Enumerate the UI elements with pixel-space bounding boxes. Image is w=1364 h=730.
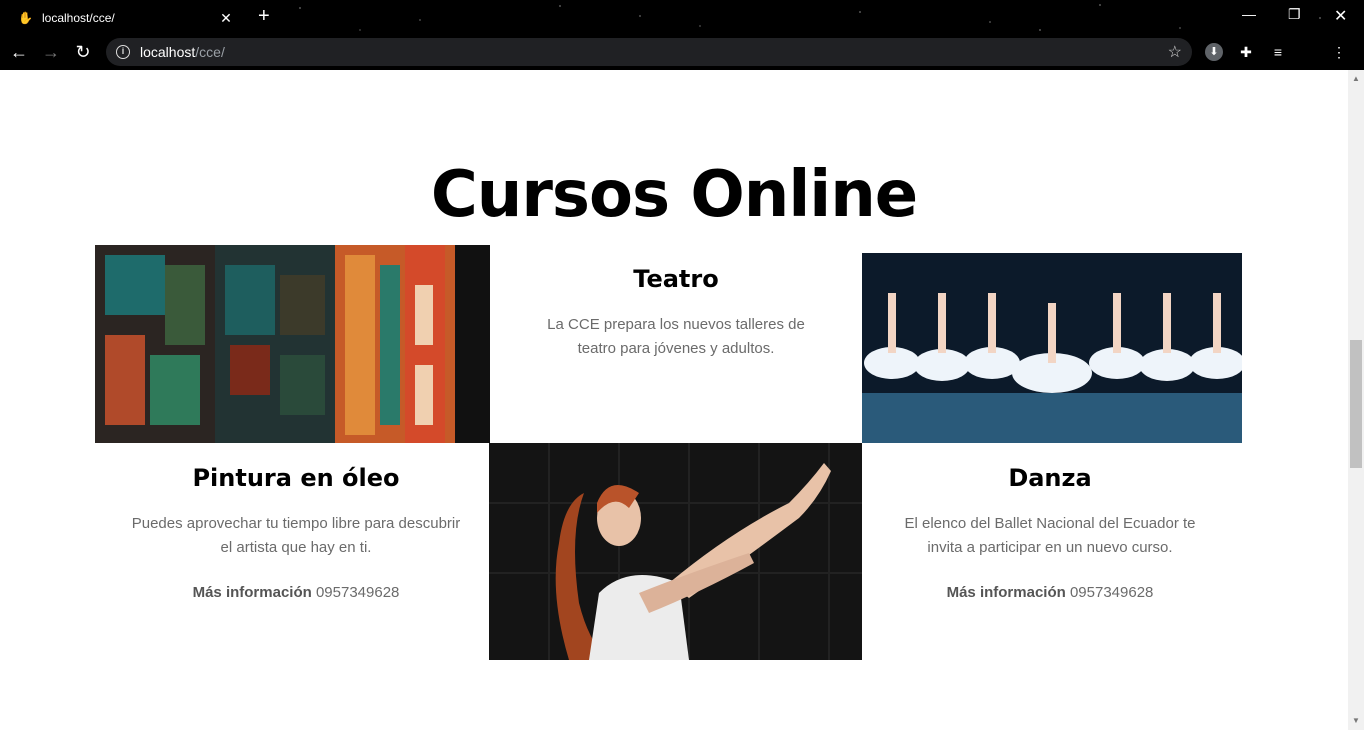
forward-icon[interactable]: → [40,41,62,63]
course-card-pintura: Pintura en óleo Puedes aprovechar tu tie… [95,464,497,601]
ballet-image [862,253,1242,443]
media-queue-icon[interactable]: ≡ [1269,43,1287,61]
address-bar[interactable]: i localhost/cce/ ☆ [106,38,1192,66]
more-info-label: Más información [192,584,312,601]
url-host: localhost [140,44,196,60]
scroll-thumb[interactable] [1350,340,1362,468]
painting-image [95,245,490,443]
bookmark-star-icon[interactable]: ☆ [1168,42,1182,62]
page-content: Cursos Online Teatro La CCE prepara los [0,70,1348,730]
course-contact: Más información 0957349628 [862,584,1238,601]
course-title: Teatro [633,265,719,293]
more-info-label: Más información [946,584,1066,601]
page-scrollbar[interactable]: ▲ ▼ [1348,70,1364,730]
scroll-down-icon[interactable]: ▼ [1352,716,1360,725]
tab-title: localhost/cce/ [42,11,115,25]
section-title: Cursos Online [430,158,918,232]
course-title: Pintura en óleo [192,464,400,492]
download-icon[interactable]: ⬇ [1205,43,1223,61]
close-window-icon[interactable]: ✕ [1334,6,1347,26]
dancer-image [489,443,862,660]
browser-tab[interactable]: ✋ localhost/cce/ ✕ [8,2,244,34]
course-card-teatro: Teatro La CCE prepara los nuevos tallere… [490,265,862,361]
url-path: /cce/ [195,44,225,60]
back-icon[interactable]: ← [8,41,30,63]
site-info-icon[interactable]: i [116,45,130,59]
extensions-icon[interactable]: ✚ [1237,43,1255,61]
course-description: Puedes aprovechar tu tiempo libre para d… [131,515,461,556]
contact-phone: 0957349628 [315,584,400,601]
scroll-up-icon[interactable]: ▲ [1352,74,1360,83]
contact-phone: 0957349628 [1069,584,1154,601]
reload-icon[interactable]: ↻ [72,41,94,63]
course-title: Danza [1008,464,1092,492]
minimize-icon[interactable]: — [1242,6,1256,22]
browser-titlebar: ✋ localhost/cce/ ✕ + — ❐ ✕ [0,0,1364,34]
course-contact: Más información 0957349628 [95,584,497,601]
browser-toolbar: ← → ↻ i localhost/cce/ ☆ ⬇ ✚ ≡ ⋮ [0,34,1364,70]
tab-favicon-icon: ✋ [18,11,33,25]
restore-icon[interactable]: ❐ [1288,6,1301,23]
new-tab-icon[interactable]: + [258,6,270,26]
course-description: La CCE prepara los nuevos talleres de te… [547,316,805,357]
course-description: El elenco del Ballet Nacional del Ecuado… [904,515,1196,556]
menu-kebab-icon[interactable]: ⋮ [1330,43,1348,61]
course-card-danza: Danza El elenco del Ballet Nacional del … [862,464,1238,601]
tab-close-icon[interactable]: ✕ [218,10,234,27]
